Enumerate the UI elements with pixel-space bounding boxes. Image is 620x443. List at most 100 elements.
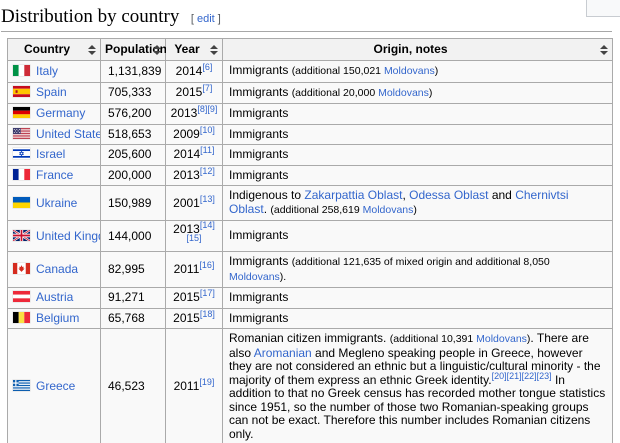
year-cell: 2013[8][9] <box>165 103 223 125</box>
table-row: Israel 205,600 2014[11] Immigrants <box>7 144 613 166</box>
population-cell: 205,600 <box>100 144 166 166</box>
country-cell: Germany <box>7 103 101 125</box>
country-link[interactable]: France <box>36 168 73 182</box>
origin-small-text: ) <box>434 65 439 77</box>
column-header-year[interactable]: Year <box>165 38 223 61</box>
origin-cell: Immigrants (additional 150,021 Moldovans… <box>222 60 613 83</box>
wiki-link[interactable]: Zakarpattia Oblast <box>304 188 402 202</box>
population-cell: 82,995 <box>100 251 166 288</box>
wiki-link[interactable]: Odessa Oblast <box>409 188 488 202</box>
wiki-link[interactable]: Moldovans <box>229 271 280 283</box>
flag-ukraine-icon <box>13 196 30 208</box>
reference-link[interactable]: [19] <box>199 377 214 387</box>
origin-text: and <box>488 188 516 202</box>
year-cell: 2013[12] <box>165 164 223 186</box>
country-cell: Israel <box>7 144 101 166</box>
country-link[interactable]: United Kingdom <box>36 229 100 243</box>
reference-superscript: [18] <box>200 309 215 319</box>
reference-superscript: [12] <box>200 166 215 176</box>
sort-icon[interactable] <box>599 44 608 56</box>
origin-text: Immigrants <box>229 290 289 304</box>
year-cell: 2014[11] <box>165 144 223 166</box>
country-cell: Italy <box>7 60 101 83</box>
table-header-row: Country Population Year Origin, notes <box>7 38 613 61</box>
reference-link[interactable]: [6] <box>202 62 212 72</box>
country-link[interactable]: United States <box>36 127 100 141</box>
flag-belgium-icon <box>13 311 30 323</box>
country-cell: Ukraine <box>7 185 101 221</box>
reference-link[interactable]: [12] <box>200 166 215 176</box>
year-cell: 2014[6] <box>165 60 223 83</box>
origin-cell: Immigrants <box>222 220 613 252</box>
year-cell: 2013[14][15] <box>165 220 223 252</box>
origin-text: Indigenous to <box>229 188 305 202</box>
sort-icon[interactable] <box>87 44 96 56</box>
table-row: United Kingdom144,0002013[14][15] Immigra… <box>7 220 613 252</box>
origin-text: Immigrants <box>229 310 289 325</box>
reference-superscript: [13] <box>200 194 215 204</box>
population-cell: 65,768 <box>100 307 166 329</box>
year-cell: 2015[7] <box>165 81 223 104</box>
wiki-link[interactable]: Moldovans <box>378 87 429 99</box>
country-link[interactable]: Canada <box>36 262 78 276</box>
country-link[interactable]: Israel <box>36 147 65 161</box>
edit-link[interactable]: edit <box>197 13 215 25</box>
country-link[interactable]: Germany <box>36 106 85 120</box>
origin-small-text: (additional 10,391 <box>389 333 477 345</box>
wiki-link[interactable]: Moldovans <box>384 65 435 77</box>
reference-link[interactable]: [16] <box>199 260 214 270</box>
origin-text: Immigrants <box>229 63 292 77</box>
table-body: Italy 1,131,839 2014[6] Immigrants (additio… <box>7 60 613 443</box>
sort-icon[interactable] <box>152 44 161 56</box>
reference-link[interactable]: [13] <box>200 194 215 204</box>
origin-text: Romanian citizen immigrants. <box>229 331 390 345</box>
table-row: Italy 1,131,839 2014[6] Immigrants (additio… <box>7 60 613 83</box>
origin-small-text: (additional 121,635 of mixed origin and … <box>291 256 550 268</box>
country-cell: United States <box>7 123 101 145</box>
year-cell: 2009[10] <box>165 123 223 145</box>
origin-small-text: Moldovans <box>476 333 527 345</box>
country-cell: Austria <box>7 287 101 309</box>
country-link[interactable]: Greece <box>36 379 75 393</box>
reference-link[interactable]: [20][21][22][23] <box>492 371 552 381</box>
reference-superscript: [8][9] <box>197 104 217 114</box>
country-link[interactable]: Austria <box>36 290 73 304</box>
column-header-country[interactable]: Country <box>7 38 101 61</box>
reference-link[interactable]: [14][15] <box>186 220 214 243</box>
sort-icon[interactable] <box>209 44 218 56</box>
reference-link[interactable]: [7] <box>202 83 212 93</box>
reference-link[interactable]: [18] <box>200 309 215 319</box>
reference-link[interactable]: [11] <box>200 145 214 155</box>
flag-greece-icon <box>13 380 30 391</box>
origin-small-text: ). <box>279 270 287 283</box>
country-link[interactable]: Spain <box>36 85 67 99</box>
wiki-link[interactable]: Aromanian <box>254 346 312 360</box>
wiki-link[interactable]: Moldovans <box>476 333 527 345</box>
year-cell: 2015[17] <box>165 287 223 309</box>
table-row: Spain 705,333 2015[7] Immigrants (additiona… <box>7 81 613 104</box>
reference-superscript: [10] <box>200 125 215 135</box>
population-cell: 576,200 <box>100 103 166 125</box>
origin-cell: Indigenous to Zakarpattia Oblast, Odessa… <box>222 185 613 221</box>
reference-link[interactable]: [10] <box>200 125 215 135</box>
column-header-population[interactable]: Population <box>100 38 167 61</box>
population-cell: 1,131,839 <box>100 60 166 83</box>
page-title: Distribution by country <box>1 6 179 27</box>
origin-cell: Immigrants (additional 121,635 of mixed … <box>222 251 613 288</box>
reference-link[interactable]: [8][9] <box>197 104 217 114</box>
flag-united-kingdom-icon <box>13 229 30 241</box>
table-row: Canada 82,995 2011[16] Immigrants (addition… <box>7 251 613 288</box>
origin-small-text: ) <box>413 203 417 216</box>
country-link[interactable]: Ukraine <box>36 196 77 210</box>
truncated-infobox-edge <box>586 0 620 17</box>
wiki-link[interactable]: Moldovans <box>363 204 414 216</box>
column-header-origin-notes[interactable]: Origin, notes <box>222 38 613 61</box>
section-heading: Distribution by country [ edit ] <box>1 4 612 32</box>
origin-cell: Immigrants (additional 20,000 Moldovans) <box>222 81 613 104</box>
table-row: Germany 576,200 2013[8][9] Immigrants <box>7 103 613 125</box>
country-link[interactable]: Belgium <box>36 311 79 325</box>
reference-link[interactable]: [17] <box>200 288 215 298</box>
country-link[interactable]: Italy <box>36 64 58 78</box>
reference-superscript: [19] <box>199 377 214 387</box>
header-row: Country Population Year Origin, notes <box>7 38 613 61</box>
